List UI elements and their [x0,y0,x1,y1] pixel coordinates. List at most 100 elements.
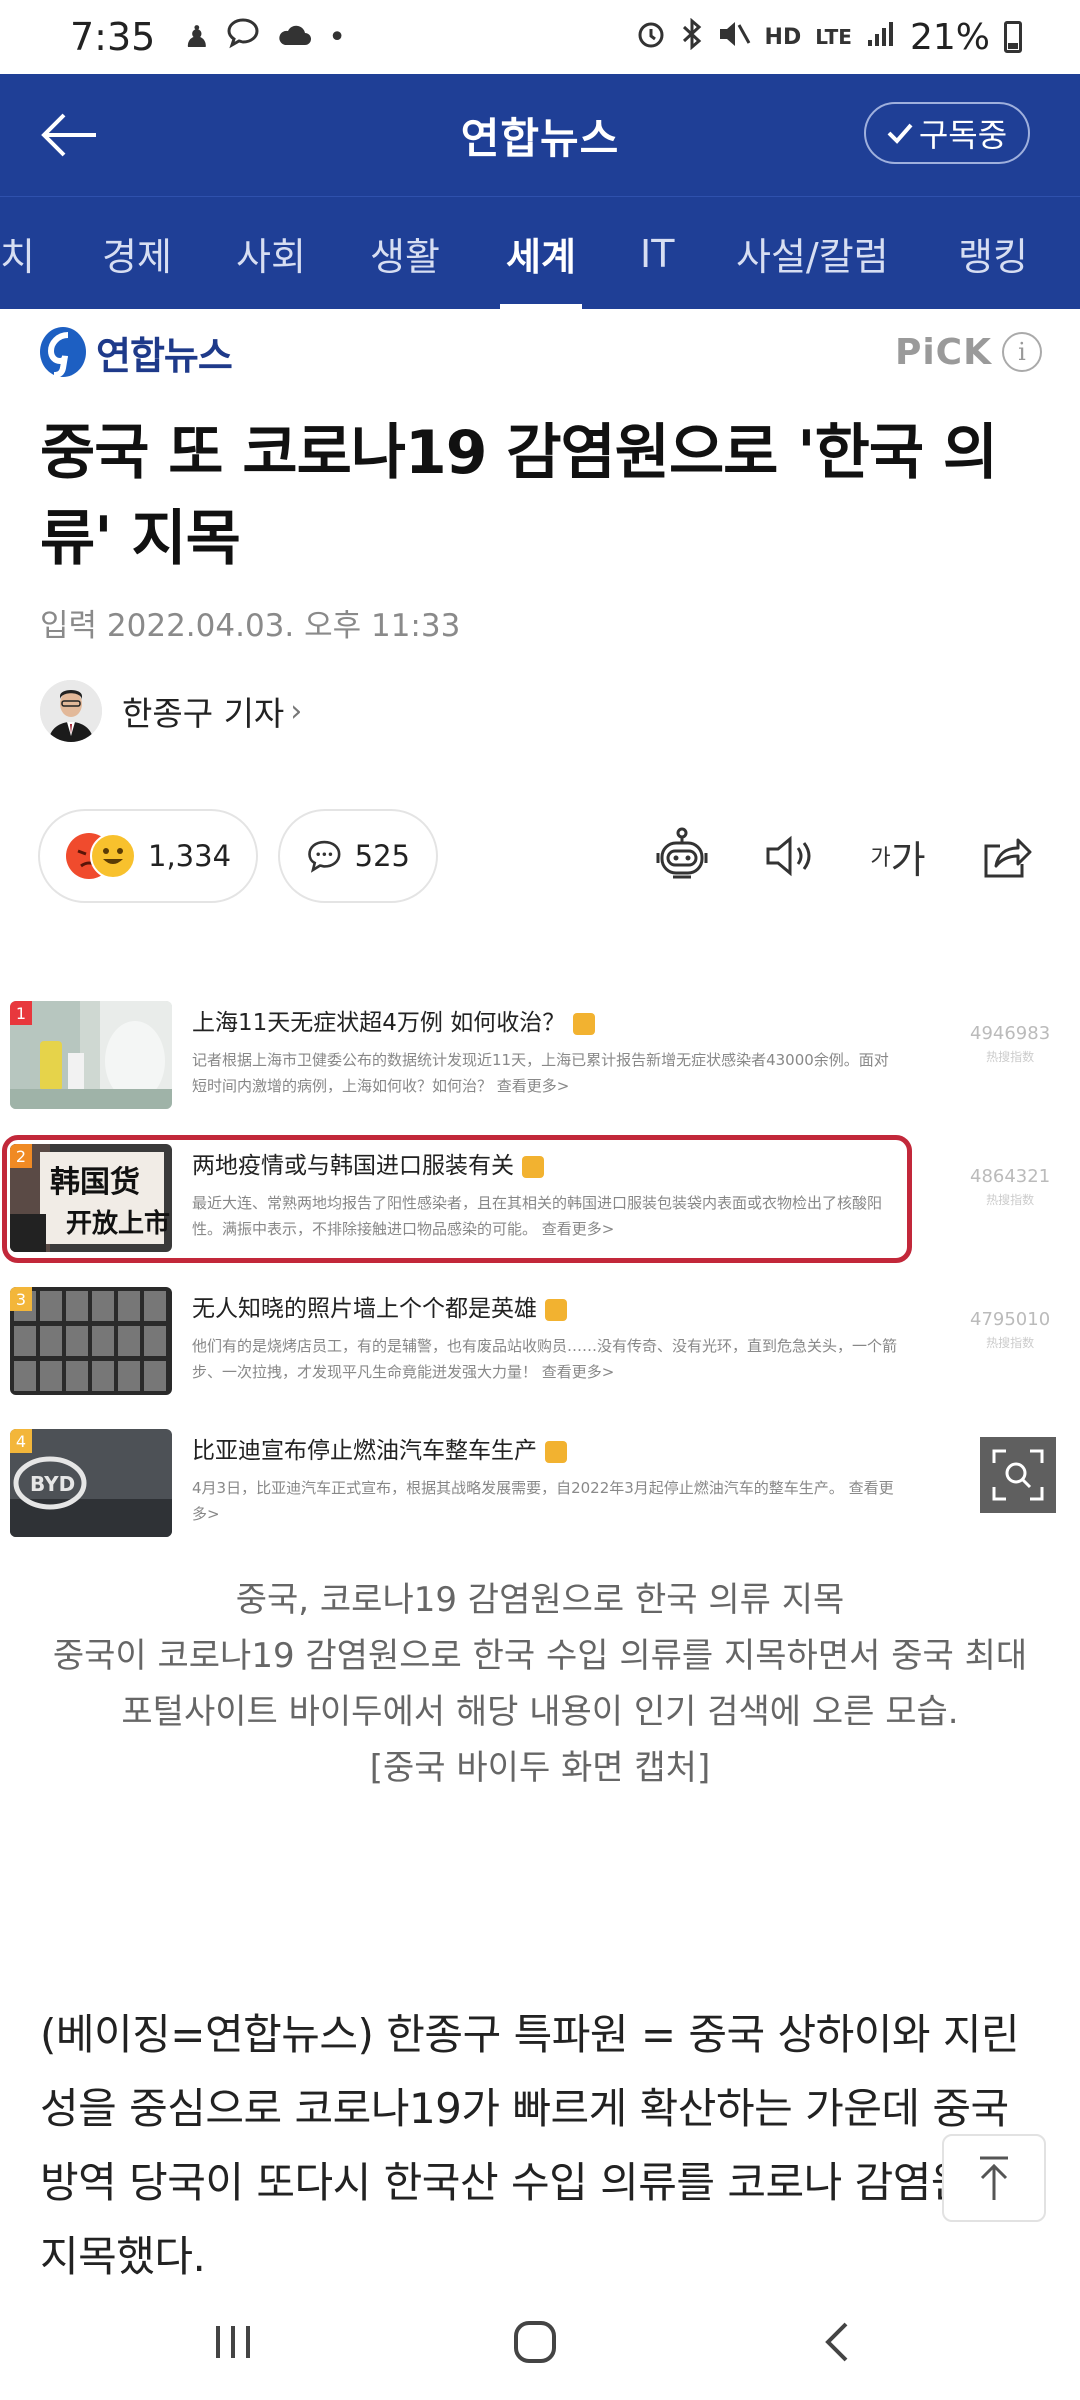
chevron-left-icon [825,2322,848,2362]
score-value: 4795010 [970,1309,1051,1330]
cloud-icon [276,20,312,55]
image-row: 3 无人知晓的照片墙上个个都是英雄 他们有的是烧烤店员工，有的是辅警，也有废品站… [0,1281,1050,1406]
yonhap-logo-icon[interactable] [38,325,88,379]
recent-apps-icon [216,2326,250,2358]
font-size-button[interactable]: 가가 [868,826,928,886]
font-big-label: 가 [890,837,926,882]
image-row-desc: 4月3日，比亚迪汽车正式宣布，根据其战略发展需要，自2022年3月起停止燃油汽车… [192,1479,894,1523]
image-row-score: 4946983 热搜指数 [970,1023,1050,1065]
image-row-desc: 他们有的是烧烤店员工，有的是辅警，也有废品站收购员……没有传奇、没有光环，直到危… [192,1337,898,1381]
tab-editorial[interactable]: 사설/칼럼 [736,197,889,310]
caption-text: 중국이 코로나19 감염원으로 한국 수입 의류를 지목하면서 중국 최대 포털… [52,1636,1028,1732]
score-label: 热搜指数 [986,1336,1035,1350]
hot-icon [573,1012,596,1035]
robot-icon [656,827,708,879]
speaker-icon [766,835,811,877]
chevron-right-icon: › [290,693,303,729]
thumb-photo-wall-image: 3 [10,1287,172,1395]
tab-world[interactable]: 세계 [500,197,582,310]
arrow-up-icon [980,2156,1008,2200]
image-zoom-button[interactable] [980,1437,1056,1513]
score-value: 4864321 [970,1166,1051,1187]
scroll-to-top-button[interactable] [942,2134,1046,2222]
status-bar: 7:35 ♟ • HD LTE 21% [0,0,1080,74]
avatar [40,680,102,742]
pick-label: PiCK [894,331,992,373]
tab-economy[interactable]: 경제 [102,197,172,310]
author-name: 한종구 기자 [122,694,285,733]
image-row-title: 比亚迪宣布停止燃油汽车整车生产 [192,1438,537,1464]
summary-bot-button[interactable] [652,826,712,886]
caption-title: 중국, 코로나19 감염원으로 한국 의류 지목 [235,1580,845,1620]
chat-icon [226,17,260,57]
tab-it[interactable]: IT [640,197,674,310]
app-header: 연합뉴스 구독중 [0,74,1080,196]
rank-badge: 3 [10,1287,32,1311]
bluetooth-icon [681,17,703,57]
tab-ranking[interactable]: 랭킹 [958,197,1028,310]
image-row: BYD 4 比亚迪宣布停止燃油汽车整车生产 4月3日，比亚迪汽车正式宣布，根据其… [0,1423,930,1543]
smile-emoji-icon [90,833,136,879]
signal-icon [866,20,896,55]
thumb-byd-image: BYD 4 [10,1429,172,1537]
author-photo-icon [40,680,102,742]
publisher-row: 연합뉴스 PiCK i [38,322,1042,382]
article-date: 입력 2022.04.03. 오후 11:33 [40,608,461,644]
publisher-name[interactable]: 연합뉴스 [96,325,233,380]
image-caption: 중국, 코로나19 감염원으로 한국 의류 지목 중국이 코로나19 감염원으로… [40,1572,1040,1796]
rank-badge: 1 [10,1001,32,1025]
subscribe-label: 구독중 [918,116,1008,154]
image-row-desc: 记者根据上海市卫健委公布的数据统计发现近11天，上海已累计报告新增无症状感染者4… [192,1051,889,1095]
action-row: 1,334 525 가가 [38,808,1042,904]
score-value: 4946983 [970,1023,1051,1044]
font-small-label: 가 [870,846,891,871]
system-nav-bar [0,2282,1080,2400]
author-row[interactable]: 한종구 기자 › [40,680,302,742]
caption-credit: [중국 바이두 화면 캡처] [369,1748,711,1788]
svg-text:BYD: BYD [30,1472,75,1496]
subscribe-button[interactable]: 구독중 [864,102,1030,164]
mute-icon [717,19,751,56]
reaction-count: 1,334 [148,839,232,873]
alarm-icon [635,18,667,57]
battery-icon [1004,21,1022,53]
share-button[interactable] [976,826,1036,886]
tab-politics[interactable]: 치 [0,197,35,310]
image-row-title: 无人知晓的照片墙上个个都是英雄 [192,1296,537,1322]
status-time: 7:35 [70,15,156,59]
image-row: 1 上海11天无症状超4万例 如何收治？ 记者根据上海市卫健委公布的数据统计发现… [0,995,1050,1120]
article-body: (베이징=연합뉴스) 한종구 특파원 = 중국 상하이와 지린성을 중심으로 코… [40,2010,1046,2281]
image-row-title: 上海11天无症状超4万例 如何收治？ [192,1010,566,1036]
tab-life[interactable]: 생활 [370,197,440,310]
article-headline: 중국 또 코로나19 감염원으로 '한국 의류' 지목 [40,418,998,574]
arrow-left-icon [41,113,96,157]
red-highlight-box [2,1135,912,1263]
hot-icon [545,1298,567,1321]
lte-icon: LTE [815,25,852,49]
info-icon[interactable]: i [1002,332,1042,372]
comment-icon [308,840,341,873]
reactions-button[interactable]: 1,334 [38,809,258,903]
hot-icon [545,1440,567,1463]
zoom-icon [992,1449,1044,1501]
comments-button[interactable]: 525 [278,809,438,903]
tab-society[interactable]: 사회 [236,197,306,310]
home-icon [514,2321,556,2363]
read-aloud-button[interactable] [760,826,820,886]
home-button[interactable] [490,2302,580,2382]
score-label: 热搜指数 [986,1050,1035,1064]
share-icon [984,838,1032,878]
pick-badge: PiCK i [895,332,1042,373]
rank-badge: 4 [10,1429,32,1453]
recent-apps-button[interactable] [188,2302,278,2382]
tab-bar: 치 경제 사회 생활 세계 IT 사설/칼럼 랭킹 [0,196,1080,310]
back-nav-button[interactable] [792,2302,882,2382]
notification-icon: ♟ [183,19,211,55]
battery-percent: 21% [909,16,990,58]
image-row-score: 4864321 热搜指数 [970,1166,1050,1208]
score-label: 热搜指数 [986,1193,1035,1207]
hd-voice-icon: HD [764,24,802,50]
back-button[interactable] [34,100,104,170]
dot-icon: • [328,19,346,55]
article-image[interactable]: 1 上海11天无症状超4万例 如何收治？ 记者根据上海市卫健委公布的数据统计发现… [0,983,1080,1543]
